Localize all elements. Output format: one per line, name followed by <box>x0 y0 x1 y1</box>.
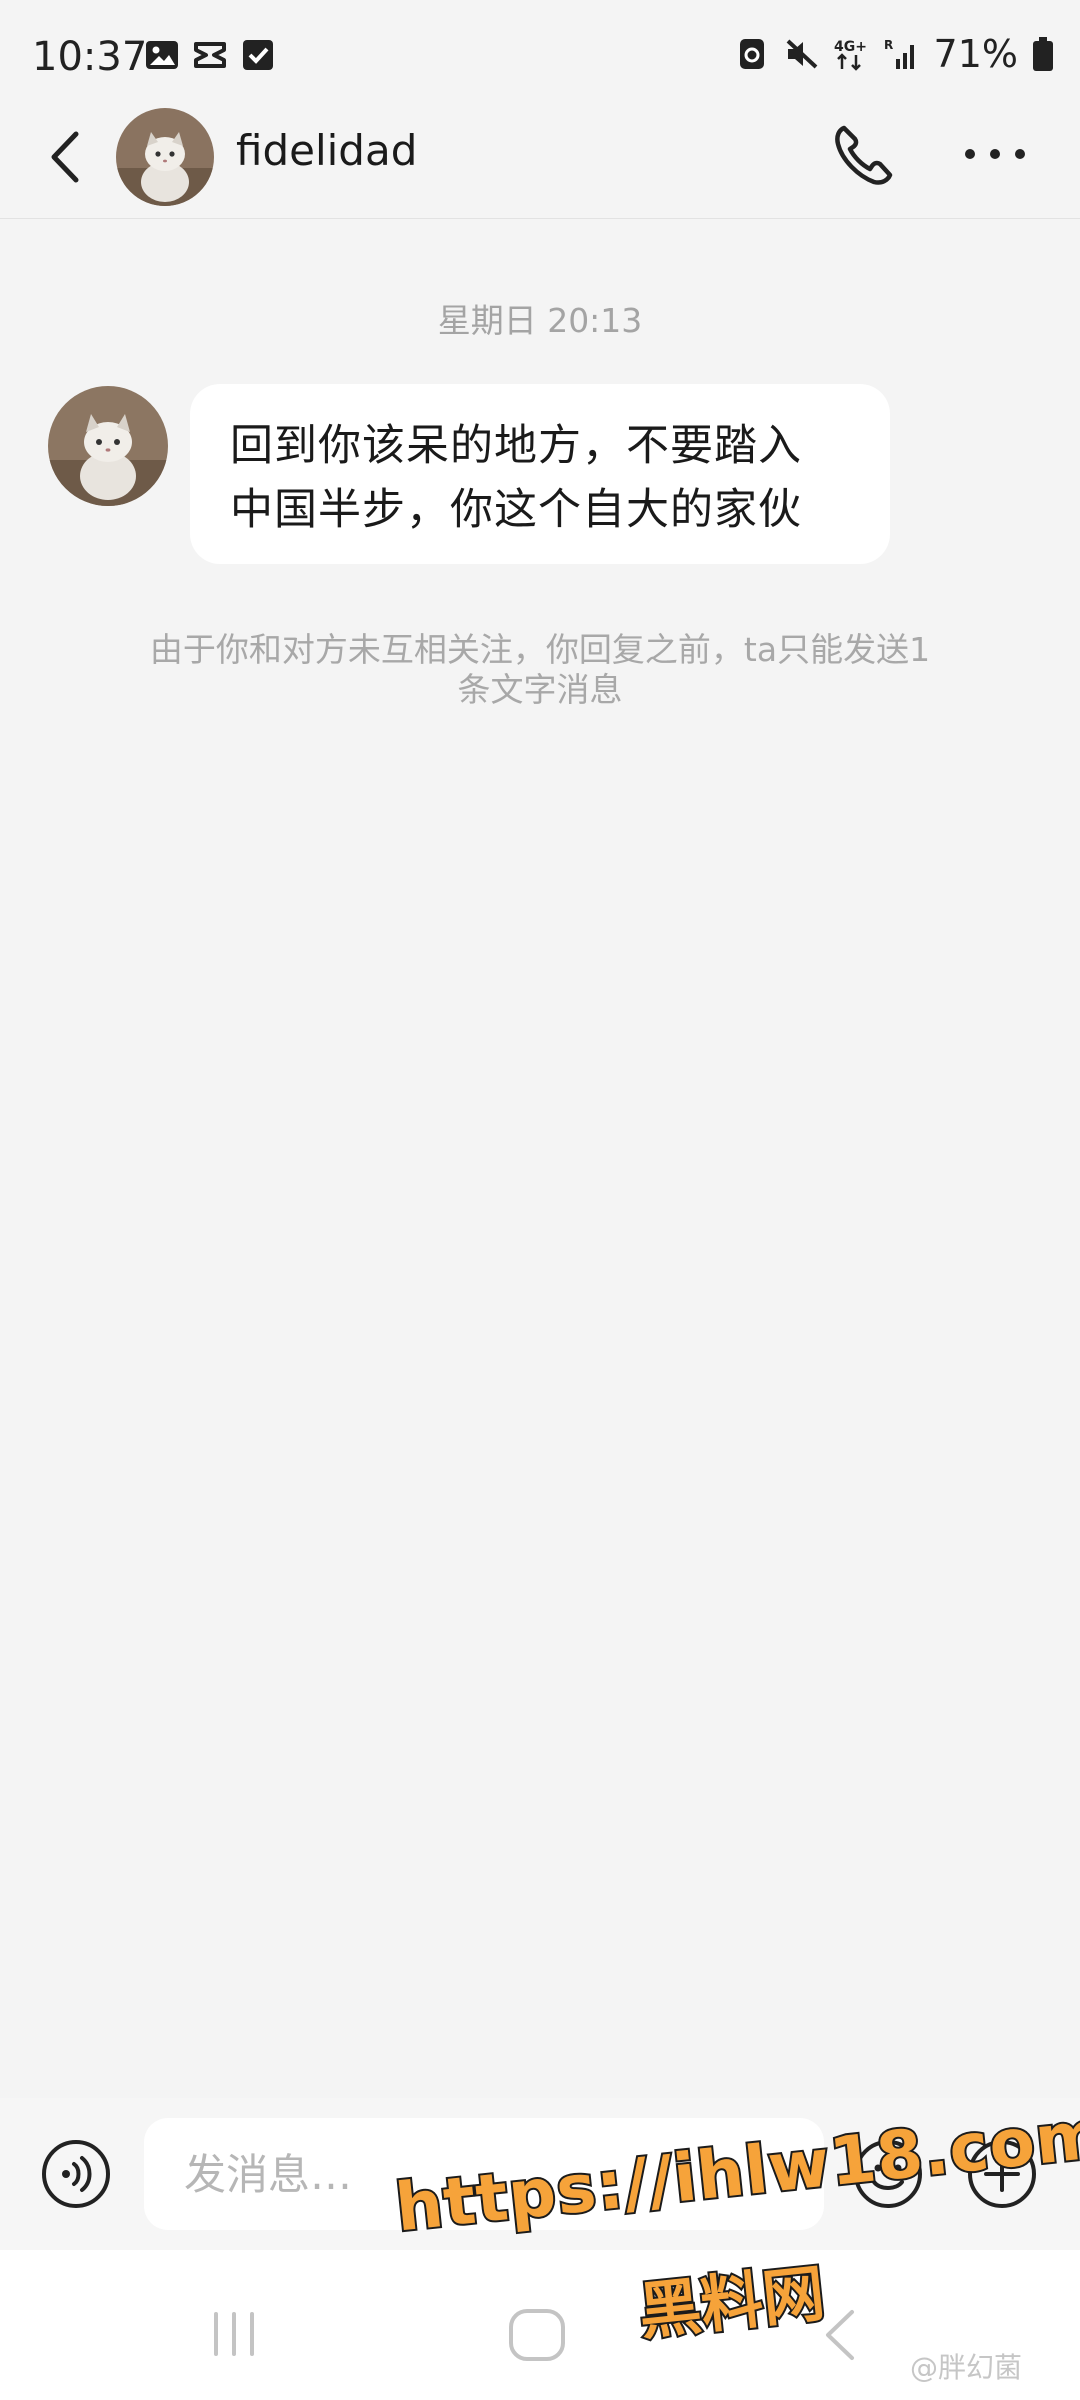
mute-icon <box>786 39 817 69</box>
contact-avatar[interactable] <box>116 108 214 206</box>
more-icon[interactable] <box>960 136 1030 172</box>
gallery-icon <box>146 41 178 69</box>
recent-apps-icon[interactable] <box>206 2308 262 2360</box>
notice-line: 由于你和对方未互相关注，你回复之前，ta只能发送1 <box>149 630 931 669</box>
status-time: 10:37 <box>32 34 148 80</box>
battery-icon <box>1033 37 1053 71</box>
back-arrow-icon[interactable] <box>40 126 96 188</box>
message-line: 回到你该呆的地方，不要踏入 <box>230 421 802 471</box>
contact-name[interactable]: fidelidad <box>236 126 417 175</box>
weibo-watermark: @胖幻菌 <box>910 2351 1023 2384</box>
home-icon[interactable] <box>506 2306 568 2364</box>
battery-percentage: 71% <box>933 32 1018 76</box>
svg-text:4G+: 4G+ <box>834 39 867 55</box>
message-timestamp: 星期日 20:13 <box>437 301 643 340</box>
capcut-icon <box>194 42 226 68</box>
notice-line: 条文字消息 <box>457 670 623 709</box>
svg-text:R: R <box>884 38 893 52</box>
signal-icon: R <box>884 38 914 69</box>
phone-icon[interactable] <box>830 120 896 190</box>
voice-icon[interactable] <box>40 2138 112 2210</box>
cat-avatar-image <box>48 386 168 506</box>
status-notification-icons <box>144 38 276 72</box>
checkbox-icon <box>243 40 273 70</box>
message-bubble[interactable]: 回到你该呆的地方，不要踏入 中国半步，你这个自大的家伙 <box>190 384 890 564</box>
status-system-icons: 4G+ R 71% <box>734 32 1054 76</box>
sender-avatar[interactable] <box>48 386 168 506</box>
messaging-limit-notice: 由于你和对方未互相关注，你回复之前，ta只能发送1 条文字消息 <box>110 630 970 710</box>
chat-header: fidelidad <box>0 100 1080 219</box>
data-saver-icon <box>739 39 764 69</box>
message-line: 中国半步，你这个自大的家伙 <box>230 485 802 535</box>
cat-avatar-image <box>116 108 214 206</box>
4g-icon: 4G+ <box>834 39 867 71</box>
